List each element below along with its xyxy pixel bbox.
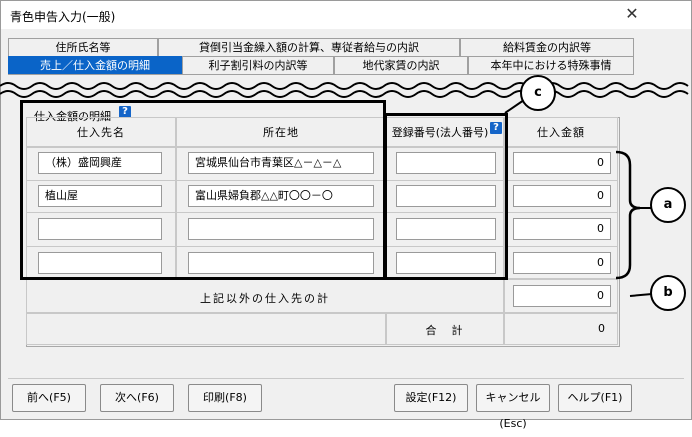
window-title: 青色申告入力(一般): [10, 10, 116, 24]
callout-c-bubble: c: [520, 75, 556, 111]
purchase-amount-input[interactable]: 0: [513, 252, 611, 274]
settings-button[interactable]: 設定(F12): [394, 384, 468, 412]
prev-button[interactable]: 前へ(F5): [12, 384, 86, 412]
tab-special-circumstances[interactable]: 本年中における特殊事情: [468, 56, 634, 74]
grand-total-label: 合 計: [425, 324, 465, 337]
title-bar: 青色申告入力(一般) ✕: [1, 1, 691, 29]
tab-interest-discount[interactable]: 利子割引料の内訳等: [182, 56, 334, 74]
other-suppliers-total-input[interactable]: 0: [513, 285, 611, 307]
tab-address-name[interactable]: 住所氏名等: [8, 38, 158, 56]
column-header-amount: 仕入金額: [537, 126, 585, 139]
print-button[interactable]: 印刷(F8): [188, 384, 262, 412]
callout-a-bubble: a: [650, 187, 686, 223]
purchase-amount-input[interactable]: 0: [513, 185, 611, 207]
other-suppliers-total-label: 上記以外の仕入先の計: [200, 292, 330, 305]
grand-total-value: 0: [598, 322, 605, 335]
tab-land-rent[interactable]: 地代家賃の内訳: [334, 56, 468, 74]
help-button[interactable]: ヘルプ(F1): [558, 384, 632, 412]
button-separator: [8, 378, 684, 379]
purchase-amount-input[interactable]: 0: [513, 152, 611, 174]
tab-wages[interactable]: 給料賃金の内訳等: [460, 38, 634, 56]
purchase-amount-input[interactable]: 0: [513, 218, 611, 240]
tab-bad-debt-salary[interactable]: 貸倒引当金繰入額の計算、専従者給与の内訳: [158, 38, 460, 56]
callout-c-box-name-address: [20, 100, 386, 280]
callout-b-bubble: b: [650, 275, 686, 311]
next-button[interactable]: 次へ(F6): [100, 384, 174, 412]
tab-sales-purchases[interactable]: 売上／仕入金額の明細: [8, 56, 182, 74]
total-blank-cell: [26, 313, 386, 345]
callout-c-box-regno: [384, 113, 508, 280]
close-icon[interactable]: ✕: [621, 3, 643, 25]
cancel-button[interactable]: キャンセル(Esc): [476, 384, 550, 430]
